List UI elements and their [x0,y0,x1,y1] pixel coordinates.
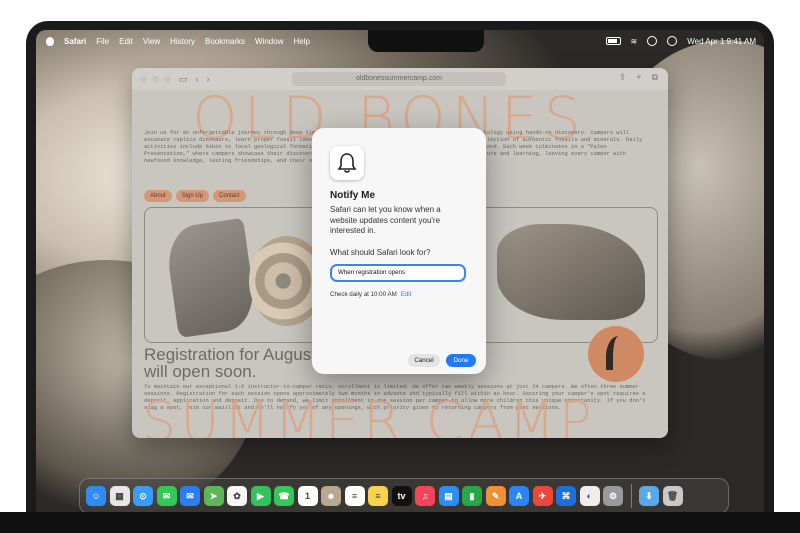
nav-contact[interactable]: Contact [213,190,246,202]
site-nav: About Sign Up Contact [144,190,246,202]
nav-about[interactable]: About [144,190,172,202]
testflight-icon[interactable]: ✈ [532,486,553,506]
menu-bookmarks[interactable]: Bookmarks [205,37,245,46]
tv-icon[interactable]: tv [391,486,412,506]
calendar-icon[interactable]: 1 [297,486,318,506]
new-tab-icon[interactable]: + [636,72,641,83]
dialog-title: Notify Me [330,190,375,201]
close-window-button[interactable] [140,75,147,83]
watch-query-input[interactable]: When registration opens [330,264,466,282]
done-button[interactable]: Done [446,354,476,367]
control-center-icon[interactable] [647,36,658,46]
hero-title-bottom: SUMMER CAMP [142,390,596,438]
zoom-window-button[interactable] [164,75,171,83]
menu-view[interactable]: View [143,37,160,46]
keynote-icon[interactable]: ▤ [438,486,459,506]
messages-icon[interactable]: ✉ [156,486,177,506]
dialog-description: Safari can let you know when a website u… [330,205,441,235]
dinosaur-skull-image [497,224,645,320]
launchpad-icon[interactable]: ▦ [109,486,130,506]
music-icon[interactable]: ♫ [415,486,435,506]
photos-icon[interactable]: ✿ [227,486,247,506]
dock: ☺ ▦ ⊙ ✉ ✉ ➤ ✿ ▶ ☎ 1 ☻ ≡ ≡ tv ♫ ▤ ▮ ✎ A ✈ ⌘ ◐ ⚙ ⬇ 🗑 [79,478,729,514]
siri-icon[interactable] [667,36,678,46]
menu-history[interactable]: History [170,37,195,46]
forward-icon[interactable]: › [207,74,210,84]
settings-icon[interactable]: ⚙ [603,486,623,506]
tab-overview-icon[interactable]: ⧉ [652,72,658,83]
reminders-icon[interactable]: ≡ [344,486,365,506]
edit-schedule-link[interactable]: Edit [401,291,412,298]
bell-icon [330,146,364,180]
xcode-icon[interactable]: ⌘ [556,486,576,506]
notify-me-dialog: Notify Me Safari can let you know when a… [312,128,486,374]
menu-app-name[interactable]: Safari [64,37,86,46]
facetime-icon[interactable]: ▶ [250,486,271,506]
numbers-icon[interactable]: ▮ [462,486,482,506]
registration-heading: Registration for August will open soon. [144,345,316,381]
camp-badge-logo [588,326,644,382]
menu-window[interactable]: Window [255,37,283,46]
wifi-icon[interactable]: ≋ [631,37,638,46]
finder-icon[interactable]: ☺ [86,486,106,506]
check-schedule: Check daily at 10:00 AM Edit [330,291,411,298]
notes-icon[interactable]: ≡ [368,486,388,506]
dinosaur-icon [606,336,627,370]
cancel-button[interactable]: Cancel [408,354,440,367]
safari-icon[interactable]: ⊙ [133,486,153,506]
contacts-icon[interactable]: ☻ [321,486,341,506]
sidebar-toggle-icon[interactable]: ▭ [179,74,188,85]
screen-time-icon[interactable]: ◐ [579,486,600,506]
menu-edit[interactable]: Edit [119,37,133,46]
downloads-folder-icon[interactable]: ⬇ [639,486,659,506]
dock-separator [630,484,632,508]
minimize-window-button[interactable] [152,75,159,83]
app-store-icon[interactable]: A [509,486,529,506]
desktop: Safari File Edit View History Bookmarks … [36,30,764,516]
camera-notch [368,30,484,52]
menu-help[interactable]: Help [293,37,309,46]
fern-fossil-image [163,217,259,339]
phone-icon[interactable]: ☎ [274,486,294,506]
apple-menu-icon[interactable] [46,36,54,46]
menu-clock[interactable]: Wed Apr 1 9:41 AM [687,37,756,46]
back-icon[interactable]: ‹ [196,74,199,84]
menu-file[interactable]: File [96,37,109,46]
dialog-question: What should Safari look for? [330,248,431,257]
battery-icon[interactable] [605,37,621,45]
check-schedule-text: Check daily at 10:00 AM [330,291,397,298]
nav-sign-up[interactable]: Sign Up [175,190,210,202]
mail-icon[interactable]: ✉ [180,486,200,506]
pages-icon[interactable]: ✎ [485,486,506,506]
maps-icon[interactable]: ➤ [203,486,224,506]
trash-icon[interactable]: 🗑 [662,486,683,506]
laptop-bottom-bezel [0,512,800,533]
share-icon[interactable]: ⇪ [619,72,627,83]
